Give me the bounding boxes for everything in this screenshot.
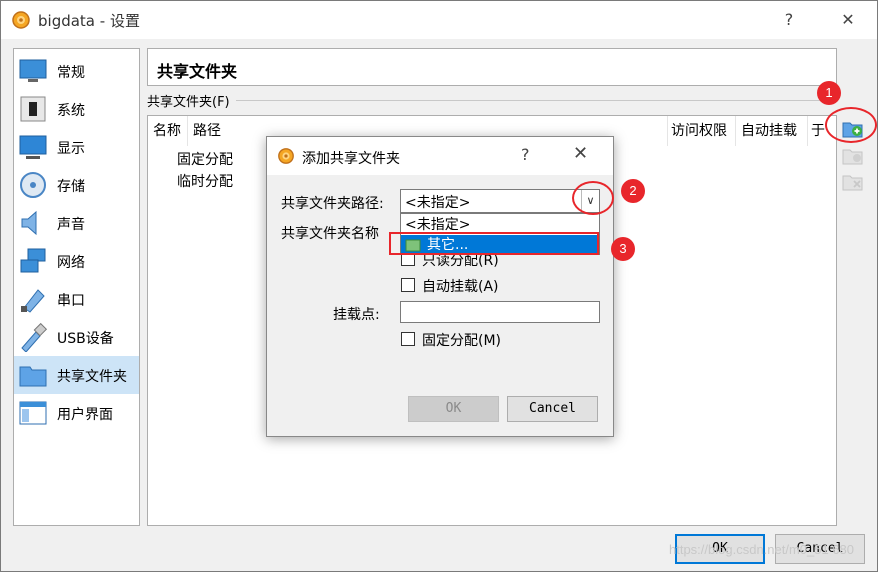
dialog-ok-button[interactable]: OK — [408, 396, 499, 422]
mountpoint-label: 挂载点: — [333, 307, 380, 323]
sidebar-item-user-interface[interactable]: 用户界面 — [14, 394, 139, 432]
automount-checkbox[interactable] — [401, 278, 415, 292]
add-shared-folder-dialog: 添加共享文件夹 ? ✕ 共享文件夹路径: <未指定> ∨ 共享文件夹名称 只读分… — [266, 136, 614, 437]
settings-sidebar: 常规 系统 显示 存储 声音 网络 串口 USB设备 共享文件夹 用户界面 — [13, 48, 140, 526]
page-title: 共享文件夹 — [147, 48, 837, 86]
folder-name-label: 共享文件夹名称 — [281, 226, 379, 242]
sidebar-item-usb[interactable]: USB设备 — [14, 318, 139, 356]
annotation-circle — [825, 107, 877, 143]
annotation-number: 1 — [817, 81, 841, 105]
sidebar-item-network[interactable]: 网络 — [14, 242, 139, 280]
audio-icon — [21, 210, 37, 236]
annotation-highlight — [389, 232, 599, 255]
table-row[interactable]: 固定分配 — [177, 149, 233, 169]
sidebar-item-label: USB设备 — [57, 331, 114, 347]
folder-path-value: <未指定> — [405, 195, 471, 211]
display-icon — [19, 135, 47, 159]
sidebar-item-shared-folders[interactable]: 共享文件夹 — [14, 356, 139, 394]
virtualbox-icon — [278, 148, 294, 164]
virtualbox-icon — [12, 11, 30, 29]
window-title: bigdata - 设置 — [38, 12, 140, 30]
group-label: 共享文件夹(F) — [147, 91, 236, 110]
sidebar-item-label: 串口 — [57, 293, 85, 309]
sidebar-item-serial-port[interactable]: 串口 — [14, 280, 139, 318]
column-header-automount[interactable]: 自动挂载 — [736, 116, 808, 146]
automount-label: 自动挂载(A) — [422, 279, 499, 295]
sidebar-item-system[interactable]: 系统 — [14, 90, 139, 128]
column-header-name[interactable]: 名称 — [148, 116, 188, 146]
column-header-access[interactable]: 访问权限 — [666, 116, 736, 146]
system-icon — [20, 96, 46, 122]
help-button[interactable]: ? — [777, 9, 801, 31]
shared-folder-icon — [19, 366, 47, 387]
sidebar-item-storage[interactable]: 存储 — [14, 166, 139, 204]
sidebar-item-label: 存储 — [57, 179, 85, 195]
group-divider — [147, 100, 837, 101]
general-icon — [19, 59, 47, 82]
sidebar-item-label: 网络 — [57, 255, 85, 271]
annotation-number: 3 — [611, 237, 635, 261]
sidebar-item-general[interactable]: 常规 — [14, 52, 139, 90]
close-button[interactable]: ✕ — [836, 9, 860, 31]
title-bar: bigdata - 设置 ? ✕ — [1, 1, 877, 39]
sidebar-item-label: 用户界面 — [57, 407, 113, 423]
annotation-circle — [572, 181, 614, 215]
sidebar-item-label: 共享文件夹 — [57, 369, 127, 385]
sidebar-item-label: 系统 — [57, 103, 85, 119]
mountpoint-input[interactable] — [400, 301, 600, 323]
watermark: https://blog.csdn.net/m0_51 680 — [669, 542, 855, 557]
sidebar-item-label: 常规 — [57, 65, 85, 81]
sidebar-item-audio[interactable]: 声音 — [14, 204, 139, 242]
table-row[interactable]: 临时分配 — [177, 171, 233, 191]
remove-shared-folder-icon[interactable] — [842, 171, 864, 193]
dialog-title-bar: 添加共享文件夹 ? ✕ — [267, 137, 613, 175]
permanent-label: 固定分配(M) — [422, 333, 502, 349]
sidebar-item-label: 显示 — [57, 141, 85, 157]
annotation-number: 2 — [621, 179, 645, 203]
sidebar-item-display[interactable]: 显示 — [14, 128, 139, 166]
serial-port-icon — [21, 289, 45, 313]
edit-shared-folder-icon[interactable] — [842, 145, 864, 167]
usb-icon — [21, 322, 48, 352]
sidebar-item-label: 声音 — [57, 217, 85, 233]
folder-path-combobox[interactable]: <未指定> ∨ — [400, 189, 600, 213]
dialog-help-button[interactable]: ? — [521, 145, 530, 164]
dialog-title: 添加共享文件夹 — [302, 151, 400, 167]
permanent-checkbox[interactable] — [401, 332, 415, 346]
storage-icon — [20, 172, 46, 198]
user-interface-icon — [19, 401, 47, 425]
network-icon — [20, 248, 46, 273]
dialog-close-button[interactable]: ✕ — [573, 143, 588, 164]
settings-window: bigdata - 设置 ? ✕ 常规 系统 显示 存储 声音 网络 串口 US… — [0, 0, 878, 572]
dialog-cancel-button[interactable]: Cancel — [507, 396, 598, 422]
folder-path-label: 共享文件夹路径: — [281, 196, 384, 212]
